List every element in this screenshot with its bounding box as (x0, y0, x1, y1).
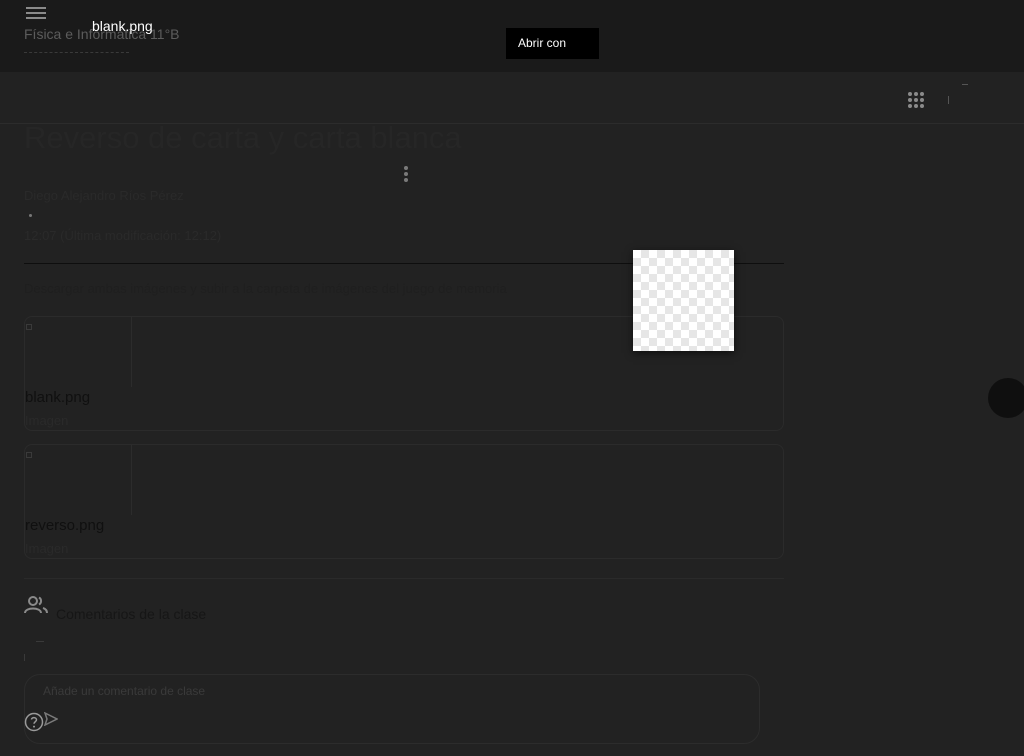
menu-icon[interactable] (26, 4, 46, 20)
comment-input[interactable] (41, 683, 725, 699)
attachment-name[interactable]: reverso.png (25, 517, 104, 534)
broken-image-icon (26, 324, 32, 330)
attachment-card[interactable]: reverso.png Imagen (24, 444, 784, 559)
attachment-thumbnail (25, 317, 132, 387)
next-file-button[interactable] (988, 378, 1024, 418)
comment-box[interactable] (24, 674, 760, 744)
attachment-type: Imagen (25, 413, 69, 428)
send-icon[interactable] (44, 712, 58, 726)
classroom-header-bar (0, 72, 1024, 124)
avatar-tick (24, 654, 25, 661)
attachment-thumbnail (25, 445, 132, 515)
attachment-type: Imagen (25, 541, 69, 556)
class-subtitle-placeholder (24, 48, 129, 53)
viewer-file-title: blank.png (92, 18, 153, 34)
more-vert-icon[interactable] (404, 166, 412, 184)
comments-title: Comentarios de la clase (56, 606, 207, 622)
avatar-mark (36, 641, 44, 642)
assignment-title: Reverso de carta y carta blanca (24, 120, 462, 155)
apps-icon[interactable] (908, 92, 924, 108)
image-preview (633, 250, 734, 351)
open-with-button[interactable]: Abrir con (506, 28, 599, 59)
account-divider (948, 96, 949, 104)
author-name: Diego Alejandro Ríos Pérez (24, 188, 184, 203)
broken-image-icon (26, 452, 32, 458)
account-mark (962, 84, 968, 85)
classroom-page: Física e Informática 11°B blank.png Abri… (0, 0, 1024, 756)
help-icon[interactable] (24, 712, 44, 732)
people-icon (24, 596, 48, 614)
post-timestamp: 12:07 (Última modificación: 12:12) (24, 228, 222, 243)
separator-dot (29, 214, 32, 217)
assignment-description: Descargar ambas imágenes y subir a la ca… (24, 281, 507, 296)
attachment-name[interactable]: blank.png (25, 389, 90, 406)
comments-divider (24, 578, 784, 579)
